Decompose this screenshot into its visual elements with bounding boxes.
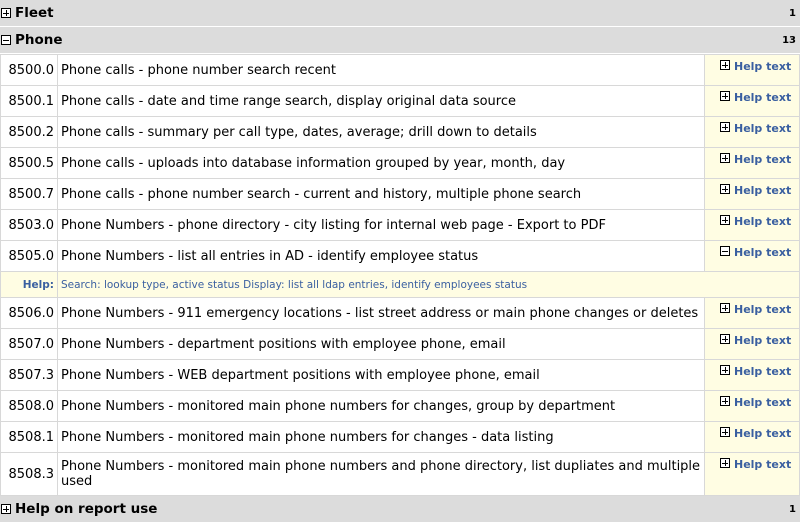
group-name: Phone: [15, 32, 63, 48]
expand-icon[interactable]: [720, 458, 730, 468]
help-text-toggle[interactable]: Help text: [704, 390, 800, 422]
expand-icon[interactable]: [720, 60, 730, 70]
report-link[interactable]: Phone Numbers - phone directory - city l…: [57, 209, 705, 241]
help-content: Search: lookup type, active status Displ…: [57, 271, 800, 298]
help-text-label[interactable]: Help text: [734, 334, 791, 347]
report-code: 8500.5: [0, 147, 58, 179]
expand-icon[interactable]: [720, 334, 730, 344]
report-code: 8508.1: [0, 421, 58, 453]
report-code: 8507.3: [0, 359, 58, 391]
report-code: 8503.0: [0, 209, 58, 241]
report-code: 8500.2: [0, 116, 58, 148]
group-phone[interactable]: Phone 13: [0, 27, 800, 54]
table-row: 8507.0 Phone Numbers - department positio…: [0, 328, 800, 360]
group-name: Help on report use: [15, 501, 158, 517]
table-row: 8506.0 Phone Numbers - 911 emergency loca…: [0, 297, 800, 329]
report-table: 8500.0 Phone calls - phone number search …: [0, 54, 800, 496]
expand-icon[interactable]: [720, 91, 730, 101]
report-link[interactable]: Phone calls - phone number search - curr…: [57, 178, 705, 210]
report-code: 8505.0: [0, 240, 58, 272]
help-row: Help: Search: lookup type, active status …: [0, 271, 800, 298]
report-code: 8506.0: [0, 297, 58, 329]
group-help-on-report-use[interactable]: Help on report use 1: [0, 496, 800, 523]
report-link[interactable]: Phone Numbers - department positions wit…: [57, 328, 705, 360]
help-text-toggle[interactable]: Help text: [704, 359, 800, 391]
help-text-label[interactable]: Help text: [734, 246, 791, 259]
expand-icon[interactable]: [720, 427, 730, 437]
table-row: 8500.5 Phone calls - uploads into databas…: [0, 147, 800, 179]
help-text-label[interactable]: Help text: [734, 153, 791, 166]
report-link[interactable]: Phone Numbers - list all entries in AD -…: [57, 240, 705, 272]
help-text-toggle[interactable]: Help text: [704, 240, 800, 272]
help-text-toggle[interactable]: Help text: [704, 452, 800, 496]
expand-icon[interactable]: [720, 365, 730, 375]
expand-icon[interactable]: [720, 122, 730, 132]
report-code: 8500.7: [0, 178, 58, 210]
help-text-label[interactable]: Help text: [734, 91, 791, 104]
table-row: 8500.2 Phone calls - summary per call typ…: [0, 116, 800, 148]
group-fleet[interactable]: Fleet 1: [0, 0, 800, 27]
expand-icon[interactable]: [1, 8, 11, 18]
group-count: 13: [782, 34, 796, 46]
table-row: 8500.0 Phone calls - phone number search …: [0, 54, 800, 86]
help-text-label[interactable]: Help text: [734, 303, 791, 316]
group-name: Fleet: [15, 5, 54, 21]
report-code: 8500.1: [0, 85, 58, 117]
report-code: 8508.0: [0, 390, 58, 422]
help-text-label[interactable]: Help text: [734, 365, 791, 378]
expand-icon[interactable]: [720, 184, 730, 194]
report-code: 8507.0: [0, 328, 58, 360]
help-label: Help:: [0, 271, 58, 298]
collapse-icon[interactable]: [1, 35, 11, 45]
expand-icon[interactable]: [720, 396, 730, 406]
expand-icon[interactable]: [720, 153, 730, 163]
report-link[interactable]: Phone calls - date and time range search…: [57, 85, 705, 117]
table-row: 8508.0 Phone Numbers - monitored main pho…: [0, 390, 800, 422]
table-row: 8507.3 Phone Numbers - WEB department pos…: [0, 359, 800, 391]
help-text-label[interactable]: Help text: [734, 427, 791, 440]
help-text-label[interactable]: Help text: [734, 396, 791, 409]
expand-icon[interactable]: [720, 215, 730, 225]
report-link[interactable]: Phone Numbers - monitored main phone num…: [57, 452, 705, 496]
help-text-label[interactable]: Help text: [734, 60, 791, 73]
table-row: 8500.1 Phone calls - date and time range …: [0, 85, 800, 117]
table-row: 8505.0 Phone Numbers - list all entries i…: [0, 240, 800, 272]
report-link[interactable]: Phone calls - uploads into database info…: [57, 147, 705, 179]
expand-icon[interactable]: [1, 504, 11, 514]
report-link[interactable]: Phone calls - summary per call type, dat…: [57, 116, 705, 148]
table-row: 8508.1 Phone Numbers - monitored main pho…: [0, 421, 800, 453]
help-text-label[interactable]: Help text: [734, 215, 791, 228]
help-text-toggle[interactable]: Help text: [704, 116, 800, 148]
table-row: 8508.3 Phone Numbers - monitored main pho…: [0, 452, 800, 496]
group-count: 1: [789, 7, 796, 19]
help-text-toggle[interactable]: Help text: [704, 178, 800, 210]
help-text-toggle[interactable]: Help text: [704, 421, 800, 453]
help-text-toggle[interactable]: Help text: [704, 54, 800, 86]
help-text-toggle[interactable]: Help text: [704, 297, 800, 329]
expand-icon[interactable]: [720, 303, 730, 313]
help-text-toggle[interactable]: Help text: [704, 209, 800, 241]
table-row: 8500.7 Phone calls - phone number search …: [0, 178, 800, 210]
report-link[interactable]: Phone Numbers - monitored main phone num…: [57, 421, 705, 453]
collapse-icon[interactable]: [720, 246, 730, 256]
help-text-toggle[interactable]: Help text: [704, 85, 800, 117]
report-code: 8508.3: [0, 452, 58, 496]
group-count: 1: [789, 503, 796, 515]
table-row: 8503.0 Phone Numbers - phone directory - …: [0, 209, 800, 241]
report-link[interactable]: Phone calls - phone number search recent: [57, 54, 705, 86]
help-text-toggle[interactable]: Help text: [704, 147, 800, 179]
report-link[interactable]: Phone Numbers - 911 emergency locations …: [57, 297, 705, 329]
help-text-label[interactable]: Help text: [734, 122, 791, 135]
report-code: 8500.0: [0, 54, 58, 86]
help-text-label[interactable]: Help text: [734, 184, 791, 197]
help-text-toggle[interactable]: Help text: [704, 328, 800, 360]
report-link[interactable]: Phone Numbers - monitored main phone num…: [57, 390, 705, 422]
report-link[interactable]: Phone Numbers - WEB department positions…: [57, 359, 705, 391]
